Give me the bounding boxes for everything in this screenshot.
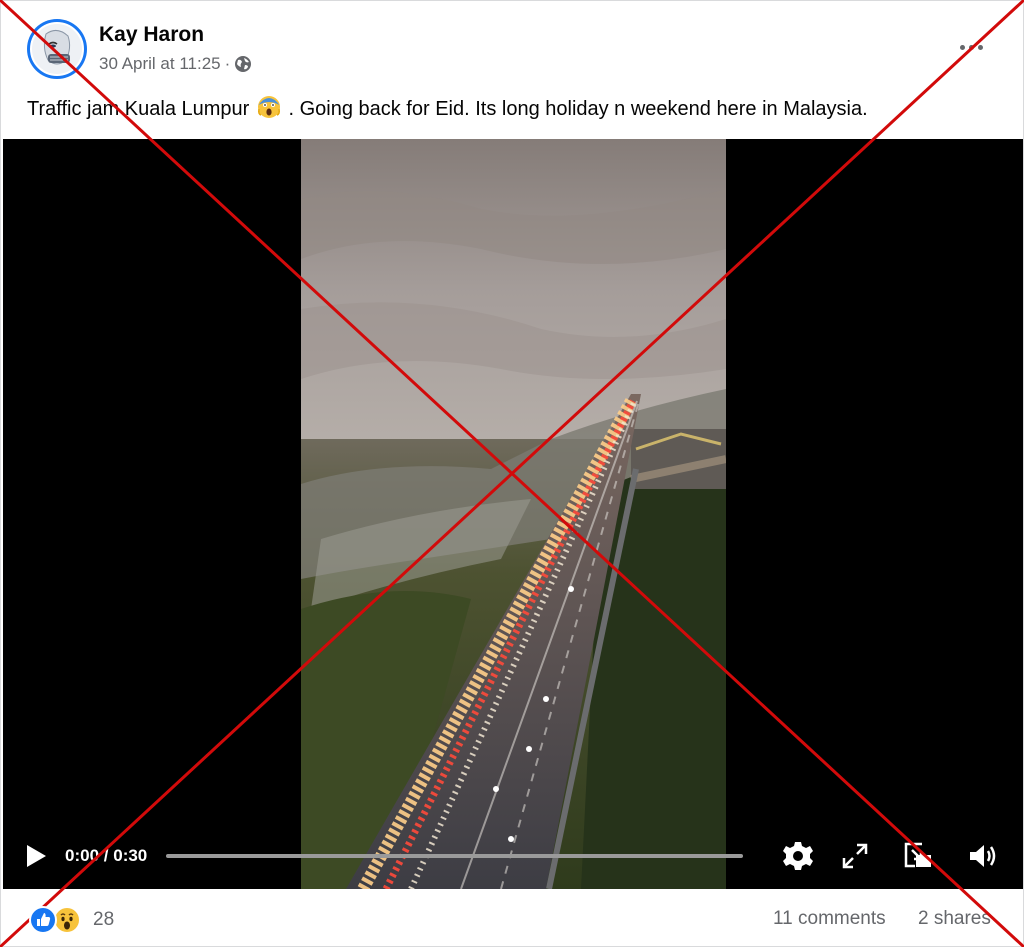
meta-separator: · [224,54,231,73]
video-duration: 0:30 [113,846,148,865]
author-name[interactable]: Kay Haron [99,23,204,47]
globe-icon [234,55,252,73]
video-time-separator: / [103,846,109,865]
gear-icon[interactable] [782,840,814,872]
video-current-time: 0:00 [65,846,100,865]
post-meta: 30 April at 11:25 · [99,54,252,74]
video-frame [301,139,726,889]
reaction-count: 28 [93,909,115,930]
reactions-summary[interactable]: 28 [29,904,114,936]
volume-icon[interactable] [967,840,999,872]
video-player[interactable] [3,139,1023,889]
face-screaming-emoji [257,95,281,125]
pip-icon[interactable] [902,840,934,872]
video-time: 0:00 / 0:30 [65,846,147,866]
play-icon[interactable] [23,843,49,869]
avatar-image [30,22,84,76]
post-timestamp[interactable]: 30 April at 11:25 [99,54,221,74]
fullscreen-icon[interactable] [839,840,871,872]
post-text: Traffic jam Kuala Lumpur . Going back fo… [27,95,868,125]
avatar[interactable] [27,19,87,79]
post-text-part-2: . Going back for Eid. Its long holiday n… [288,98,868,120]
video-progress-bar[interactable] [166,854,743,858]
shares-count[interactable]: 2 shares [918,908,991,930]
comments-count[interactable]: 11 comments [773,908,886,930]
post-text-part-1: Traffic jam Kuala Lumpur [27,98,250,120]
facebook-post-card: Kay Haron 30 April at 11:25 · Traffic ja… [0,0,1024,947]
video-controls: 0:00 / 0:30 [1,829,1023,881]
like-reaction-icon [29,906,57,934]
wow-reaction-icon [53,906,81,934]
more-options-icon[interactable] [951,31,991,63]
